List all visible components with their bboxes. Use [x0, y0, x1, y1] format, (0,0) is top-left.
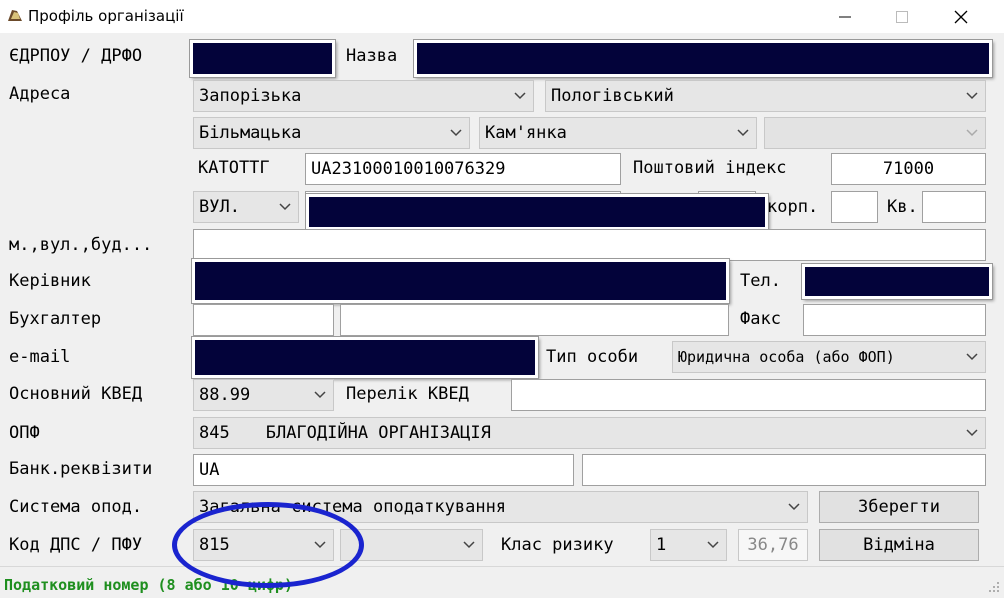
kved-list-input[interactable] [511, 379, 986, 411]
apt-label: Кв. [887, 197, 918, 217]
region-value: Запорізька [199, 86, 302, 106]
accountant-input[interactable] [193, 304, 334, 336]
close-icon [954, 10, 968, 23]
name-label: Назва [346, 46, 398, 66]
main-kved-select[interactable]: 88.99 [193, 379, 334, 411]
cancel-button[interactable]: Відміна [819, 529, 979, 561]
tax-system-label: Система опод. [9, 497, 143, 517]
accountant-label: Бухгалтер [9, 309, 102, 329]
opf-select[interactable]: 845 БЛАГОДІЙНА ОРГАНІЗАЦІЯ [193, 417, 986, 449]
redaction-director [192, 259, 729, 303]
risk-class-label: Клас ризику [501, 535, 614, 555]
chevron-down-icon [463, 541, 475, 549]
close-button[interactable] [938, 0, 984, 33]
sub-settlement-select[interactable] [764, 117, 986, 149]
accountant-extra-input[interactable] [340, 304, 729, 336]
katottg-value: UA23100010010076329 [311, 159, 506, 179]
maximize-button[interactable] [879, 0, 925, 33]
bank-value: UA [199, 460, 220, 480]
redaction-email [192, 337, 538, 378]
risk-class-select[interactable]: 1 [650, 529, 727, 561]
chevron-down-icon [707, 541, 719, 549]
fax-input[interactable] [803, 304, 986, 336]
maximize-icon [896, 10, 908, 23]
person-type-value: Юридична особа (або ФОП) [678, 348, 895, 366]
corp-label: корп. [767, 197, 819, 217]
postal-label: Поштовий індекс [633, 158, 787, 178]
minimize-button[interactable] [822, 0, 868, 33]
person-type-label: Тип особи [546, 347, 639, 367]
kved-list-label: Перелік КВЕД [346, 384, 469, 404]
opf-label: ОПФ [9, 423, 40, 443]
main-kved-label: Основний КВЕД [9, 384, 143, 404]
resize-grip-icon[interactable] [988, 581, 1000, 593]
window-title: Профіль організації [28, 7, 184, 25]
apt-input[interactable] [922, 191, 986, 223]
fax-label: Факс [740, 309, 781, 329]
bank-label: Банк.реквізити [9, 459, 153, 479]
director-label: Керівник [9, 271, 91, 291]
dps-code-label: Код ДПС / ПФУ [9, 535, 143, 555]
district-value: Пологівський [551, 86, 674, 106]
risk-class-value: 1 [656, 535, 667, 555]
title-bar: Профіль організації [0, 0, 1004, 33]
redaction-phone [802, 264, 992, 299]
chevron-down-icon [314, 391, 326, 399]
status-bar: Податковий номер (8 або 10 цифр) [0, 566, 1004, 598]
postal-input[interactable]: 71000 [831, 153, 986, 185]
chevron-down-icon [279, 203, 291, 211]
postal-value: 71000 [882, 159, 935, 179]
chevron-down-icon [966, 429, 978, 437]
save-button[interactable]: Зберегти [819, 491, 979, 523]
app-logo-icon [8, 10, 22, 21]
redaction-edrpou [190, 40, 335, 77]
risk-value-field: 36,76 [738, 529, 808, 561]
redaction-name [414, 40, 992, 77]
community-select[interactable]: Більмацька [193, 117, 470, 149]
bank-iban-input[interactable]: UA [193, 454, 574, 486]
address-label: Адреса [9, 84, 71, 104]
person-type-select[interactable]: Юридична особа (або ФОП) [672, 341, 986, 373]
opf-name: БЛАГОДІЙНА ОРГАНІЗАЦІЯ [265, 423, 491, 443]
bank-name-input[interactable] [582, 454, 986, 486]
street-type-value: ВУЛ. [199, 197, 240, 217]
redaction-street [306, 194, 768, 230]
city-street-input[interactable] [193, 229, 986, 261]
minimize-icon [839, 16, 851, 17]
corp-input[interactable] [831, 191, 878, 223]
katottg-label: КАТОТТГ [198, 158, 270, 178]
chevron-down-icon [788, 503, 800, 511]
region-select[interactable]: Запорізька [193, 80, 534, 112]
street-type-select[interactable]: ВУЛ. [193, 191, 299, 223]
city-street-label: м.,вул.,буд... [9, 235, 153, 255]
annotation-ellipse [172, 502, 364, 588]
settlement-value: Кам'янка [485, 123, 567, 143]
chevron-down-icon [450, 129, 462, 137]
chevron-down-icon [966, 92, 978, 100]
chevron-down-icon [737, 129, 749, 137]
edrpou-label: ЄДРПОУ / ДРФО [9, 46, 143, 66]
main-kved-value: 88.99 [199, 385, 251, 405]
phone-label: Тел. [740, 271, 781, 291]
risk-value: 36,76 [747, 535, 799, 555]
katottg-input[interactable]: UA23100010010076329 [305, 153, 621, 185]
chevron-down-icon [966, 129, 978, 137]
opf-code: 845 [199, 423, 230, 443]
email-label: e-mail [9, 347, 71, 367]
settlement-select[interactable]: Кам'янка [479, 117, 757, 149]
district-select[interactable]: Пологівський [545, 80, 986, 112]
chevron-down-icon [514, 92, 526, 100]
chevron-down-icon [966, 353, 978, 361]
community-value: Більмацька [199, 123, 302, 143]
